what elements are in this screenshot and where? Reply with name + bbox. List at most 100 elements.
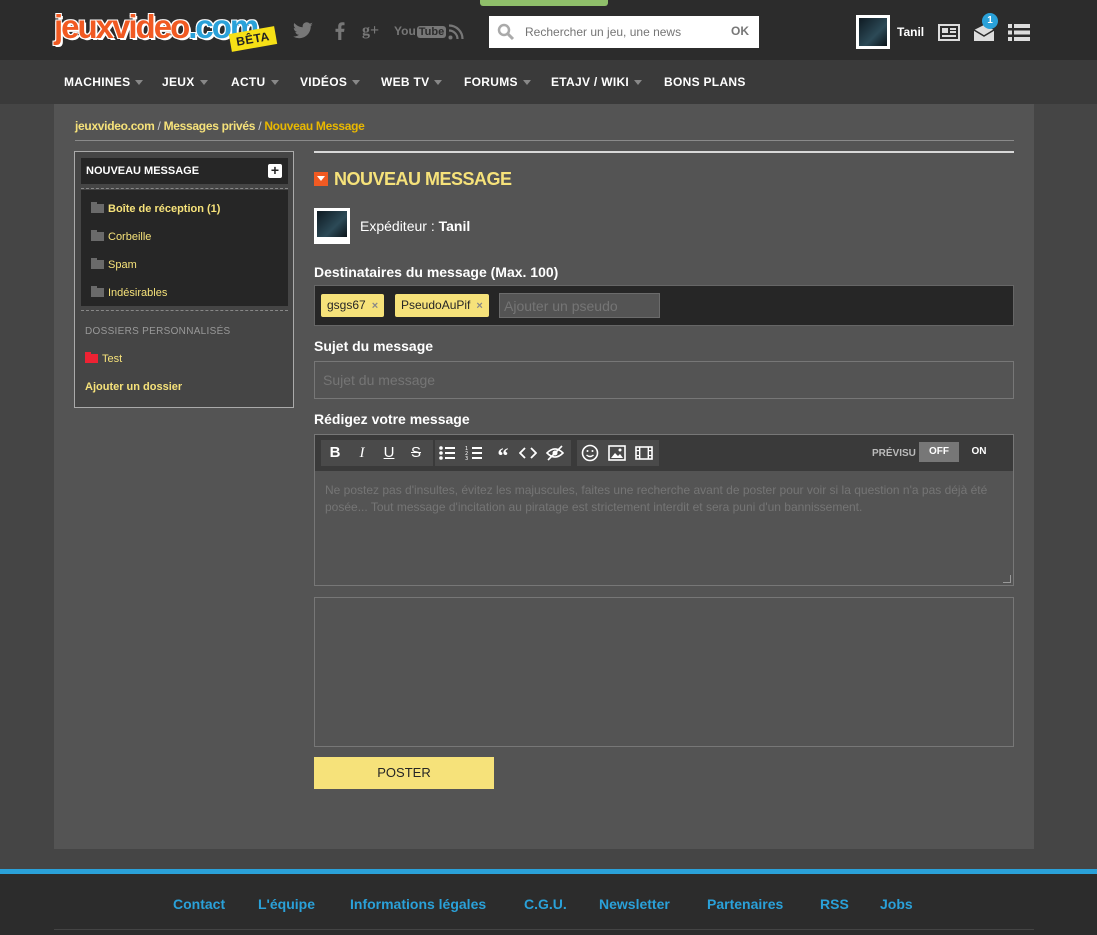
- sidebar-folders: Boîte de réception (1) Corbeille Spam In…: [81, 190, 288, 306]
- subject-input[interactable]: [314, 361, 1014, 399]
- footer-link-jobs[interactable]: Jobs: [880, 896, 913, 912]
- add-pseudo-input[interactable]: [499, 293, 660, 318]
- sidebar-item-inbox[interactable]: Boîte de réception (1): [91, 202, 220, 215]
- nav-item-label: FORUMS: [464, 75, 518, 89]
- sender-label: Expéditeur :: [360, 218, 435, 234]
- user-avatar-image: [859, 18, 887, 46]
- chevron-down-icon: [135, 80, 144, 86]
- footer-link-team[interactable]: L'équipe: [258, 896, 315, 912]
- rss-icon[interactable]: [448, 24, 464, 40]
- preview-toggle-on[interactable]: ON: [959, 442, 999, 462]
- footer-link-rss[interactable]: RSS: [820, 896, 849, 912]
- preview-toggle-off[interactable]: OFF: [919, 442, 959, 462]
- messages-sidebar: NOUVEAU MESSAGE + Boîte de réception (1)…: [74, 151, 294, 408]
- footer-link-partners[interactable]: Partenaires: [707, 896, 783, 912]
- breadcrumb-link-messages[interactable]: Messages privés: [164, 119, 256, 133]
- chevron-down-icon: [522, 80, 531, 86]
- message-textarea[interactable]: [315, 471, 1013, 585]
- nav-item-actu[interactable]: ACTU: [231, 75, 279, 89]
- breadcrumb: jeuxvideo.com / Messages privés / Nouvea…: [75, 119, 365, 133]
- chevron-down-icon: [352, 80, 361, 86]
- main-nav: MACHINES JEUX ACTU VIDÉOS WEB TV FORUMS …: [0, 60, 1097, 104]
- plus-icon[interactable]: +: [268, 163, 282, 178]
- video-icon[interactable]: [635, 444, 653, 462]
- remove-recipient-button[interactable]: ×: [372, 300, 378, 312]
- user-avatar[interactable]: [856, 15, 890, 49]
- bold-icon[interactable]: B: [324, 442, 346, 464]
- youtube-icon[interactable]: You Tube: [394, 24, 447, 44]
- folder-icon: [91, 286, 104, 297]
- smiley-icon[interactable]: [581, 444, 599, 462]
- news-icon[interactable]: [938, 24, 960, 41]
- folder-icon: [91, 258, 104, 269]
- chevron-down-icon: [634, 80, 643, 86]
- message-preview: [314, 597, 1014, 747]
- recipient-name: gsgs67: [327, 298, 366, 312]
- twitter-icon[interactable]: [292, 22, 314, 40]
- sidebar-item-undesirables[interactable]: Indésirables: [91, 286, 168, 299]
- menu-list-icon[interactable]: [1008, 24, 1030, 41]
- post-button[interactable]: POSTER: [314, 757, 494, 789]
- numbered-list-icon[interactable]: 1 2 3: [465, 444, 483, 462]
- image-icon[interactable]: [608, 444, 626, 462]
- resize-handle[interactable]: [1003, 575, 1011, 583]
- quote-icon[interactable]: “: [492, 442, 514, 468]
- svg-text:3: 3: [465, 456, 468, 462]
- search-bar: OK: [489, 16, 759, 48]
- italic-icon[interactable]: I: [351, 442, 373, 464]
- footer: Contact L'équipe Informations légales C.…: [0, 869, 1097, 935]
- breadcrumb-link-home[interactable]: jeuxvideo.com: [75, 119, 155, 133]
- nav-item-jeux[interactable]: JEUX: [162, 75, 208, 89]
- nav-item-bons-plans[interactable]: BONS PLANS: [664, 75, 746, 89]
- footer-link-cgu[interactable]: C.G.U.: [524, 896, 567, 912]
- footer-link-legal[interactable]: Informations légales: [350, 896, 486, 912]
- breadcrumb-current: Nouveau Message: [264, 119, 365, 133]
- bullet-list-icon[interactable]: [438, 444, 456, 462]
- spoiler-icon[interactable]: [546, 444, 564, 462]
- site-logo[interactable]: jeuxvideo.com BÊTA: [54, 8, 284, 52]
- remove-recipient-button[interactable]: ×: [476, 300, 482, 312]
- strikethrough-icon[interactable]: S: [405, 442, 427, 464]
- nav-item-label: WEB TV: [381, 75, 430, 89]
- chevron-down-icon: [270, 80, 279, 86]
- underline-icon[interactable]: U: [378, 442, 400, 464]
- sidebar-new-message[interactable]: NOUVEAU MESSAGE +: [81, 158, 288, 184]
- sidebar-item-test[interactable]: Test: [85, 352, 122, 365]
- folder-icon: [85, 352, 98, 363]
- add-folder-link[interactable]: Ajouter un dossier: [85, 381, 182, 393]
- sidebar-item-trash[interactable]: Corbeille: [91, 230, 151, 243]
- sidebar-divider: [81, 188, 288, 189]
- code-icon[interactable]: [519, 444, 537, 462]
- editor-toolbar: B I U S 1 2 3 “ PRÉVISU OFF ON: [315, 435, 1013, 471]
- nav-item-machines[interactable]: MACHINES: [64, 75, 144, 89]
- search-input[interactable]: [525, 22, 715, 42]
- sidebar-title: NOUVEAU MESSAGE: [86, 165, 200, 177]
- messages-count-badge: 1: [982, 13, 998, 29]
- footer-link-newsletter[interactable]: Newsletter: [599, 896, 670, 912]
- recipient-tag: gsgs67 ×: [321, 294, 385, 317]
- sidebar-item-label: Indésirables: [108, 287, 168, 299]
- facebook-icon[interactable]: [334, 22, 346, 40]
- preview-toggle[interactable]: OFF ON: [919, 442, 999, 462]
- preview-label: PRÉVISU: [872, 448, 916, 459]
- search-submit-button[interactable]: OK: [731, 24, 749, 38]
- nav-item-webtv[interactable]: WEB TV: [381, 75, 443, 89]
- breadcrumb-divider: [75, 140, 1014, 141]
- nav-item-label: BONS PLANS: [664, 75, 746, 89]
- nav-item-videos[interactable]: VIDÉOS: [300, 75, 361, 89]
- nav-item-forums[interactable]: FORUMS: [464, 75, 531, 89]
- user-name[interactable]: Tanil: [897, 25, 924, 39]
- nav-item-etajv-wiki[interactable]: ETAJV / WIKI: [551, 75, 643, 89]
- sidebar-item-label: Spam: [108, 259, 137, 271]
- nav-item-label: JEUX: [162, 75, 195, 89]
- recipients-field[interactable]: gsgs67 × PseudoAuPif ×: [314, 285, 1014, 326]
- search-icon: [497, 23, 515, 41]
- breadcrumb-separator: /: [157, 119, 161, 133]
- chevron-down-icon: [434, 80, 443, 86]
- sender-avatar-image: [317, 211, 347, 237]
- message-editor: B I U S 1 2 3 “ PRÉVISU OFF ON Ne postez…: [314, 434, 1014, 586]
- sender-name: Tanil: [438, 218, 471, 234]
- googleplus-icon[interactable]: g+: [362, 22, 379, 42]
- footer-link-contact[interactable]: Contact: [173, 896, 225, 912]
- sidebar-item-spam[interactable]: Spam: [91, 258, 137, 271]
